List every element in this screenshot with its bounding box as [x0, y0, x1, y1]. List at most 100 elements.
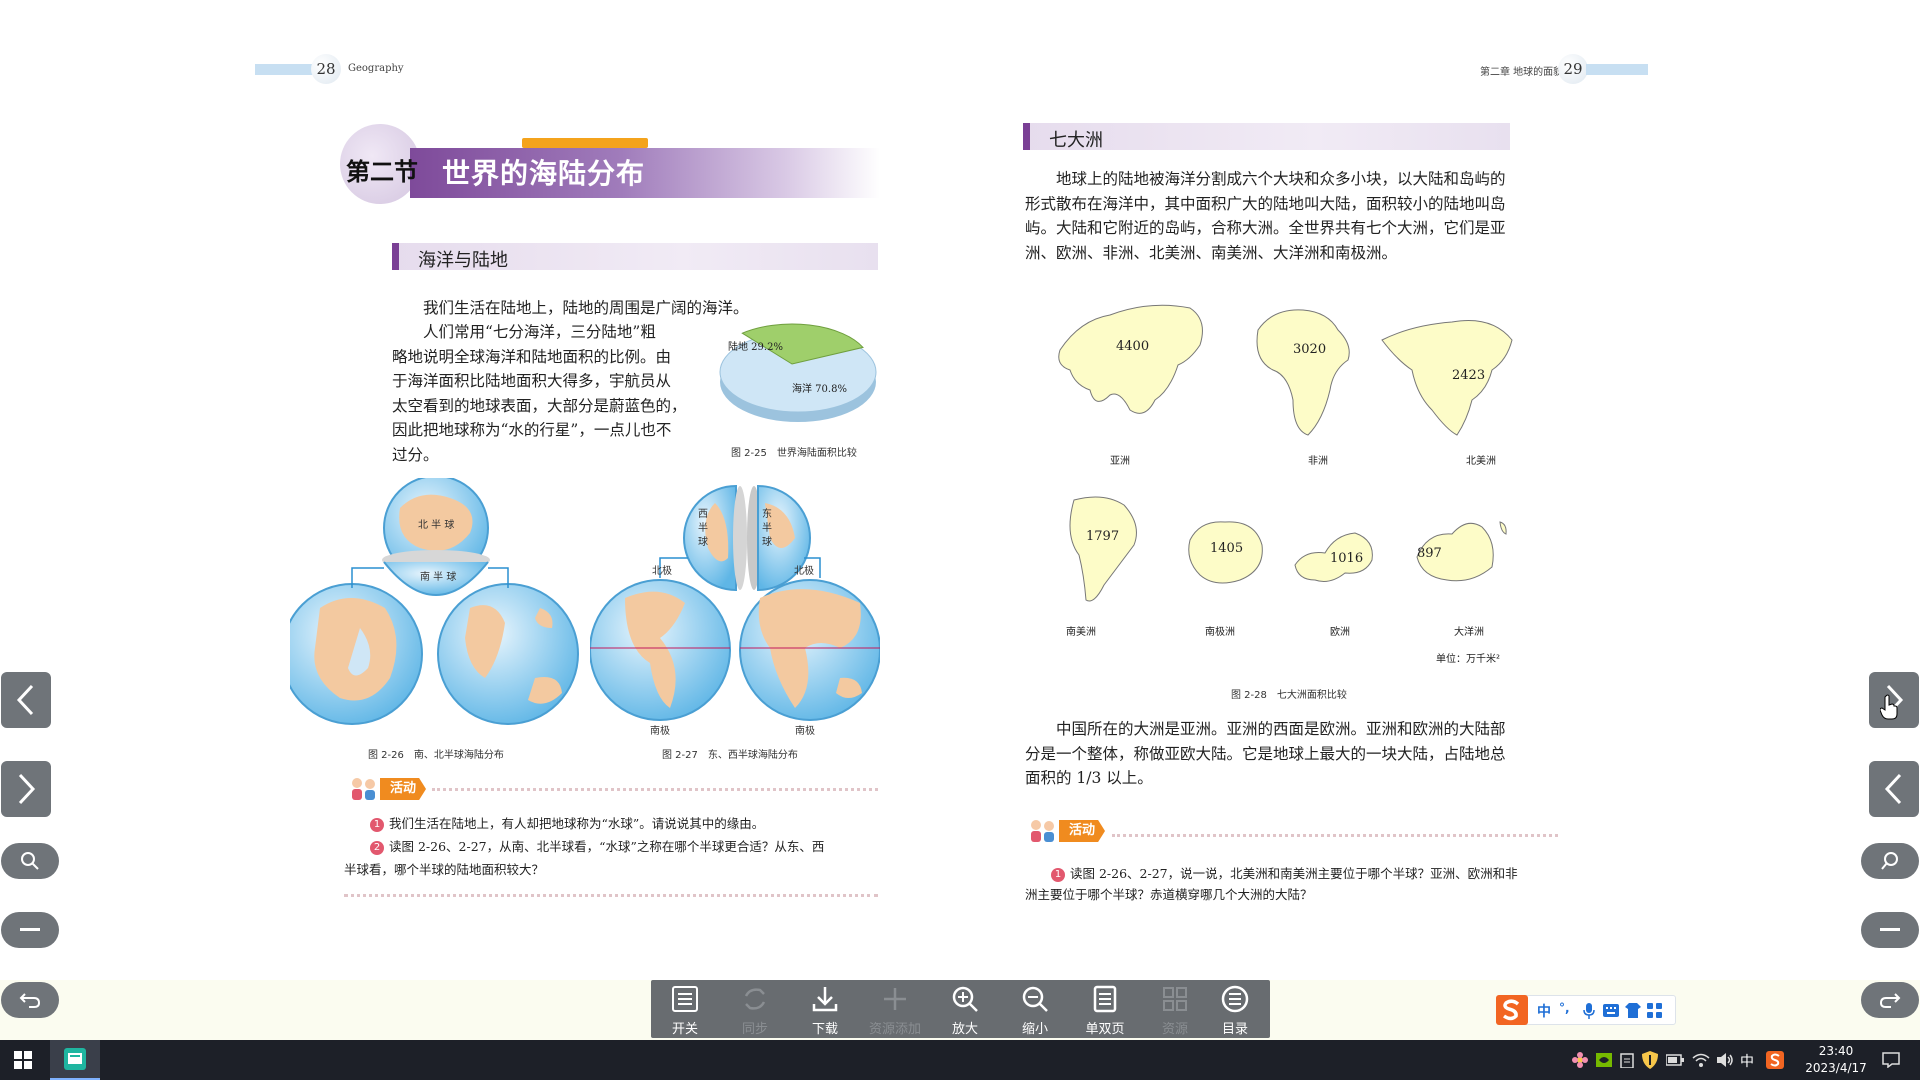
- prev-page-button[interactable]: [1, 672, 51, 728]
- text-line: 过分。: [392, 445, 439, 464]
- tray-volume-icon[interactable]: [1716, 1052, 1734, 1068]
- text-line: 屿。大陆和它附近的岛屿，合称大洲。全世界共有七个大洲，它们是亚: [1025, 219, 1506, 237]
- toolbar-sync-button[interactable]: 同步: [725, 980, 785, 1038]
- search-button-right[interactable]: [1861, 843, 1919, 879]
- chevron-left-icon: [16, 684, 34, 716]
- return-arrow-icon: [19, 993, 41, 1008]
- tray-security-shield-icon[interactable]: [1642, 1051, 1658, 1069]
- activity-question: 1 我们生活在陆地上，有人却把地球称为“水球”。请说说其中的缘由。: [370, 813, 764, 835]
- continent-north-america-shape: [1381, 319, 1513, 436]
- right-running-head: 第二章 地球的面貌: [1480, 67, 1564, 78]
- pie-land-label: 陆地 29.2%: [728, 342, 783, 353]
- prev-page-button-right[interactable]: [1869, 761, 1919, 817]
- zoom-out-icon: [1022, 986, 1048, 1012]
- search-button-left[interactable]: [1, 843, 59, 879]
- tray-clipboard-icon[interactable]: [1620, 1052, 1634, 1068]
- ebook-reader: 28 Geography 第二章 地球的面貌 29 第二节 世界的海陆分布 海洋…: [0, 0, 1920, 1080]
- right-page-number: 29: [1558, 54, 1588, 84]
- toolbar-item-label: 开关: [671, 1022, 698, 1037]
- north-hemisphere-label: 北 半 球: [418, 520, 455, 531]
- toolbar-item-label: 缩小: [1021, 1022, 1048, 1037]
- figure-caption-2-28: 图 2-28 七大洲面积比较: [1231, 690, 1347, 701]
- continent-name: 亚洲: [1110, 456, 1130, 467]
- continent-south-america-shape: [1069, 496, 1137, 602]
- toolbar-toggle-button[interactable]: 开关: [655, 980, 715, 1038]
- text-line: 分是一个整体，称做亚欧大陆。它是地球上最大的一块大陆，占陆地总: [1025, 744, 1506, 763]
- land-ocean-pie-chart: 陆地 29.2% 海洋 70.8%: [716, 322, 880, 430]
- start-button[interactable]: [0, 1040, 46, 1080]
- toolbar-toc-button[interactable]: 目录: [1205, 980, 1265, 1038]
- tray-sogou-icon[interactable]: [1766, 1051, 1784, 1069]
- tray-input-language[interactable]: 中: [1740, 1051, 1754, 1071]
- continent-africa-shape: [1256, 309, 1350, 436]
- taskbar-app-ebook[interactable]: [50, 1040, 100, 1080]
- toolbar-item-label: 目录: [1221, 1022, 1248, 1037]
- toolbar-item-label: 单双页: [1085, 1022, 1125, 1037]
- keyboard-icon[interactable]: [1603, 1004, 1619, 1017]
- toolbar-resource-button[interactable]: 资源: [1145, 980, 1205, 1038]
- continent-value: 1797: [1086, 529, 1120, 544]
- figure-caption-2-25: 图 2-25 世界海陆面积比较: [731, 448, 857, 459]
- toolbar-add-resource-button[interactable]: 资源添加: [865, 980, 925, 1038]
- toolbar-zoom-out-button[interactable]: 缩小: [1005, 980, 1065, 1038]
- question-text: 我们生活在陆地上，有人却把地球称为“水球”。请说说其中的缘由。: [389, 816, 765, 831]
- microphone-icon[interactable]: [1583, 1003, 1595, 1019]
- minimize-button-right[interactable]: [1861, 912, 1919, 948]
- forward-button[interactable]: [1861, 982, 1919, 1018]
- windows-taskbar: 中 23:40 2023/4/17: [0, 1040, 1920, 1080]
- skin-icon[interactable]: [1625, 1003, 1641, 1018]
- chevron-right-icon: [18, 773, 36, 805]
- section-label: 第二节: [346, 158, 418, 186]
- south-pole-label-east: 南极: [795, 726, 815, 737]
- pie-ocean-label: 海洋 70.8%: [792, 384, 847, 395]
- toolbar-zoom-in-button[interactable]: 放大: [935, 980, 995, 1038]
- section-accent-bar: [522, 138, 648, 148]
- south-pole-label-west: 南极: [650, 726, 670, 737]
- tray-flower-icon[interactable]: [1572, 1052, 1588, 1068]
- tray-clock-time[interactable]: 23:40: [1794, 1044, 1878, 1058]
- back-button[interactable]: [1, 982, 59, 1018]
- figure-caption-2-27: 图 2-27 东、西半球海陆分布: [662, 750, 798, 761]
- toolbar-page-mode-button[interactable]: 单双页: [1075, 980, 1135, 1038]
- forward-arrow-icon: [1879, 993, 1901, 1008]
- activity-divider: [432, 788, 878, 791]
- east-hemisphere-label: 东半球: [762, 509, 772, 548]
- continent-value: 3020: [1293, 342, 1327, 357]
- toolbar-item-label: 资源添加: [868, 1022, 921, 1037]
- next-page-button-left[interactable]: [1, 761, 51, 817]
- continent-value: 1016: [1330, 551, 1364, 566]
- toolbox-grid-icon[interactable]: [1647, 1003, 1662, 1018]
- download-icon: [812, 987, 838, 1012]
- activity-question-continued: 洲主要位于哪个半球？赤道横穿哪几个大洲的大陆？: [1025, 887, 1313, 902]
- sogou-logo-icon[interactable]: [1496, 995, 1528, 1025]
- figure-caption-2-26: 图 2-26 南、北半球海陆分布: [368, 750, 504, 761]
- subsection-title: 七大洲: [1049, 130, 1103, 151]
- tray-clock-date[interactable]: 2023/4/17: [1794, 1061, 1878, 1075]
- tray-battery-icon[interactable]: [1666, 1053, 1684, 1067]
- ime-mode[interactable]: 中: [1537, 1001, 1551, 1021]
- question-number: 2: [370, 841, 384, 855]
- sync-icon: [744, 988, 766, 1010]
- tray-nvidia-icon[interactable]: [1596, 1053, 1612, 1067]
- continent-name: 南美洲: [1066, 627, 1096, 638]
- toggle-panel-icon: [672, 986, 698, 1012]
- globe-cut-left: [733, 486, 747, 590]
- continent-value: 2423: [1452, 368, 1486, 383]
- continent-name: 北美洲: [1466, 456, 1496, 467]
- kids-icon: [1031, 820, 1054, 842]
- toolbar-item-label: 放大: [951, 1022, 978, 1037]
- continent-name: 欧洲: [1330, 627, 1350, 638]
- minimize-button-left[interactable]: [1, 912, 59, 948]
- tray-wifi-icon[interactable]: [1692, 1052, 1710, 1068]
- figure-2-27-hemispheres: 西半球 东半球 北极 北极 南极 南极: [589, 478, 881, 748]
- plus-icon: [884, 988, 906, 1010]
- toolbar-download-button[interactable]: 下载: [795, 980, 855, 1038]
- text-line: 略地说明全球海洋和陆地面积的比例。由: [392, 347, 672, 366]
- ime-punctuation[interactable]: °,: [1559, 1001, 1570, 1015]
- paragraph-ocean-land: 人们常用“七分海洋，三分陆地”粗 略地说明全球海洋和陆地面积的比例。由 于海洋面…: [392, 320, 692, 467]
- text-line: 形式散布在海洋中，其中面积广大的陆地叫大陆，面积较小的陆地叫岛: [1025, 194, 1506, 213]
- notification-center-icon[interactable]: [1882, 1052, 1900, 1068]
- unit-label: 单位：万千米²: [1436, 654, 1501, 665]
- left-running-head: Geography: [348, 63, 404, 74]
- text-line: 中国所在的大洲是亚洲。亚洲的西面是欧洲。亚洲和欧洲的大陆部: [1056, 720, 1506, 738]
